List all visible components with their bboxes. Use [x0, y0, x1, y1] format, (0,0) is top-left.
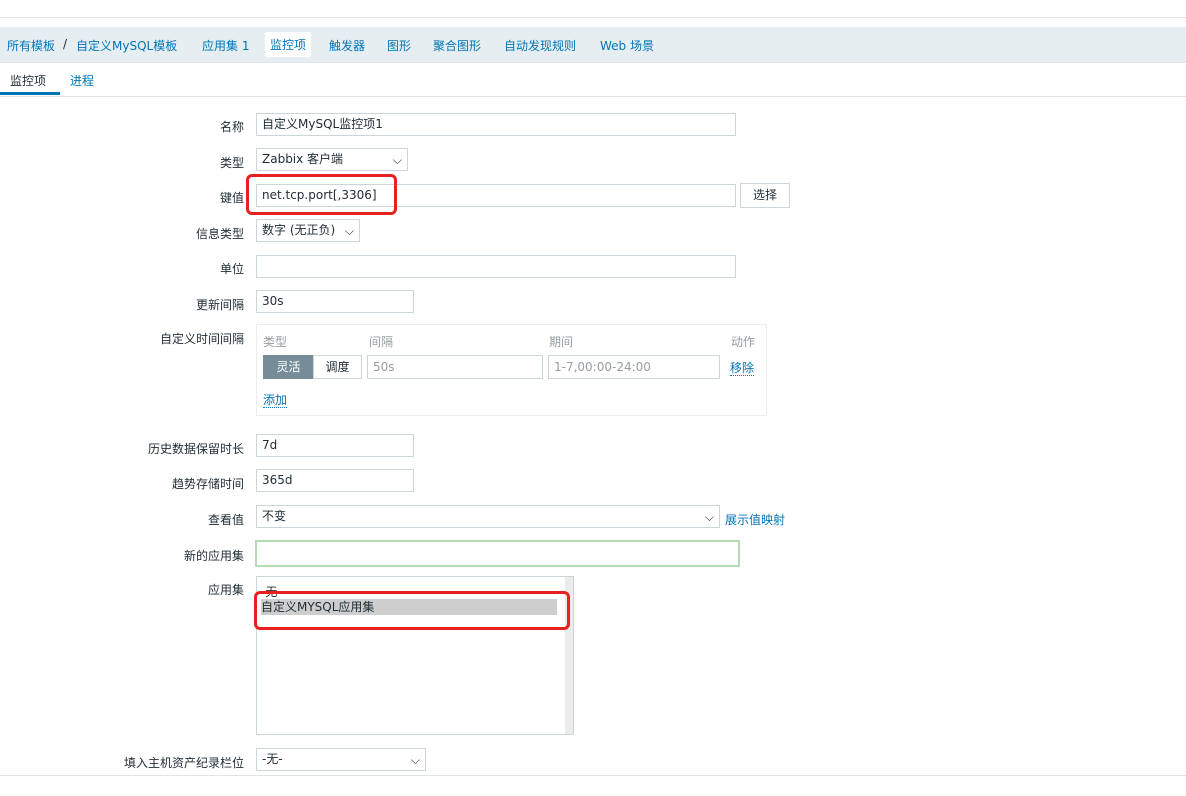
flexible-toggle[interactable]: 灵活 — [263, 355, 314, 379]
info-type-label: 信息类型 — [195, 227, 244, 241]
nav-items[interactable]: 监控项 — [265, 32, 312, 57]
chevron-down-icon: ⌵ — [410, 753, 420, 767]
apps-listbox[interactable]: -无- 自定义MYSQL应用集 — [256, 576, 574, 735]
breadcrumb-separator: / — [63, 37, 68, 51]
nav-graphs[interactable]: 图形 — [387, 37, 411, 54]
custom-intervals-label: 自定义时间间隔 — [159, 332, 244, 346]
apps-label: 应用集 — [207, 583, 244, 597]
name-input[interactable]: 自定义MySQL监控项1 — [256, 113, 736, 136]
interval-input[interactable]: 30s — [256, 290, 414, 313]
apps-option-mysql[interactable]: 自定义MYSQL应用集 — [261, 599, 557, 615]
new-app-label: 新的应用集 — [183, 549, 244, 563]
inventory-select[interactable]: -无- ⌵ — [256, 748, 426, 771]
remove-interval-link[interactable]: 移除 — [730, 361, 755, 376]
bottom-divider — [0, 775, 1186, 776]
key-select-button[interactable]: 选择 — [740, 183, 790, 208]
chevron-down-icon: ⌵ — [704, 510, 714, 524]
nav-triggers[interactable]: 触发器 — [329, 37, 365, 54]
chevron-down-icon: ⌵ — [344, 224, 354, 238]
name-label: 名称 — [219, 120, 244, 134]
type-select-value: Zabbix 客户端 — [262, 152, 344, 166]
nav-web[interactable]: Web 场景 — [600, 37, 654, 54]
custom-col-period: 期间 — [549, 335, 574, 349]
show-valuemap-link[interactable]: 展示值映射 — [725, 511, 785, 528]
new-app-input[interactable] — [255, 540, 740, 567]
info-type-select-value: 数字 (无正负) — [262, 223, 336, 237]
inventory-select-value: -无- — [262, 752, 283, 766]
tab-preprocessing[interactable]: 进程 — [70, 72, 94, 89]
history-input[interactable]: 7d — [256, 434, 414, 457]
history-label: 历史数据保留时长 — [147, 442, 244, 456]
interval-label: 更新间隔 — [195, 298, 244, 312]
info-type-select[interactable]: 数字 (无正负) ⌵ — [256, 219, 360, 242]
custom-col-action: 动作 — [731, 335, 756, 349]
type-label: 类型 — [219, 156, 244, 170]
apps-option-none[interactable]: -无- — [261, 583, 282, 600]
nav-applications[interactable]: 应用集 1 — [202, 37, 249, 54]
trends-input[interactable]: 365d — [256, 469, 414, 492]
trends-label: 趋势存储时间 — [171, 477, 244, 491]
inventory-label: 填入主机资产纪录栏位 — [123, 756, 244, 770]
units-input[interactable] — [256, 255, 736, 278]
apps-scrollbar[interactable] — [565, 577, 573, 734]
breadcrumb-nav: 所有模板 / 自定义MySQL模板 应用集 1 监控项 触发器 图形 聚合图形 … — [0, 27, 1186, 63]
valuemap-label: 查看值 — [207, 513, 244, 527]
breadcrumb-template[interactable]: 自定义MySQL模板 — [76, 37, 177, 54]
top-strip — [0, 0, 1186, 18]
breadcrumb-all-templates[interactable]: 所有模板 — [7, 37, 55, 54]
form-tabs: 监控项 进程 — [0, 62, 1186, 97]
valuemap-select-value: 不变 — [262, 509, 287, 523]
nav-discovery[interactable]: 自动发现规则 — [504, 37, 576, 54]
nav-screens[interactable]: 聚合图形 — [433, 37, 481, 54]
custom-col-type: 类型 — [263, 335, 288, 349]
custom-col-interval: 间隔 — [369, 335, 394, 349]
type-select[interactable]: Zabbix 客户端 ⌵ — [256, 148, 408, 171]
scheduling-toggle[interactable]: 调度 — [313, 355, 362, 379]
active-tab-indicator — [0, 92, 60, 95]
units-label: 单位 — [219, 262, 244, 276]
valuemap-select[interactable]: 不变 ⌵ — [256, 505, 720, 528]
custom-period-input[interactable]: 1-7,00:00-24:00 — [548, 355, 720, 379]
tab-item[interactable]: 监控项 — [10, 72, 46, 89]
chevron-down-icon: ⌵ — [392, 153, 402, 167]
key-label: 键值 — [219, 191, 244, 205]
custom-interval-input[interactable]: 50s — [367, 355, 543, 379]
add-interval-link[interactable]: 添加 — [263, 393, 288, 408]
key-input[interactable]: net.tcp.port[,3306] — [256, 184, 736, 207]
